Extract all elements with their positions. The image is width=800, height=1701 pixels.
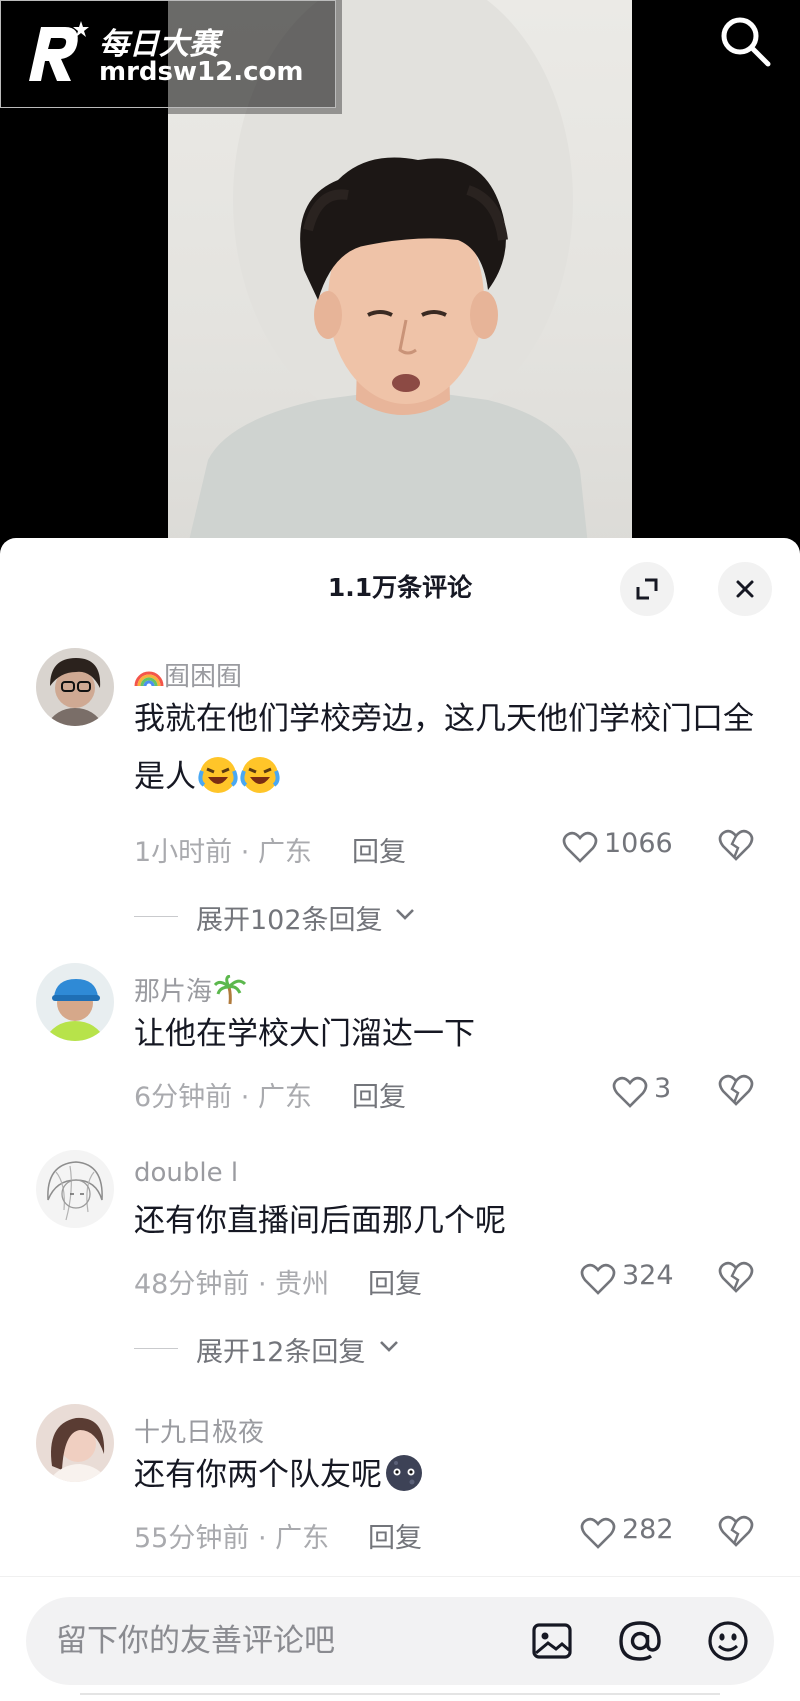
avatar[interactable] — [36, 1150, 114, 1228]
comment-item: 那片海 让他在学校大门溜达一下 6分钟前 · 广东 回复 3 — [0, 963, 800, 1133]
dislike-button[interactable] — [718, 1260, 758, 1300]
emoji-button[interactable] — [704, 1617, 752, 1665]
comment-meta: 6分钟前 · 广东 — [134, 1082, 312, 1113]
avatar[interactable] — [36, 1404, 114, 1482]
reply-button[interactable]: 回复 — [368, 1262, 422, 1301]
rainbow-icon — [134, 671, 164, 687]
image-icon — [532, 1623, 572, 1659]
reply-button[interactable]: 回复 — [352, 1075, 406, 1114]
heart-icon — [580, 1263, 616, 1295]
expand-button[interactable] — [620, 562, 674, 616]
heart-icon — [562, 831, 598, 863]
comment-text: 还有你两个队友呢 — [134, 1446, 754, 1504]
expand-replies-label: 展开102条回复 — [196, 905, 383, 936]
divider-line — [134, 1348, 178, 1349]
brand-logo-icon — [29, 21, 89, 81]
dislike-button[interactable] — [718, 1073, 758, 1113]
avatar-image — [36, 648, 114, 726]
dark-face-emoji — [386, 1455, 422, 1491]
video-player[interactable]: 每日大赛 mrdsw12.com — [0, 0, 800, 560]
like-button[interactable]: 282 — [580, 1514, 690, 1554]
comment-username-text: 那片海 — [134, 977, 213, 1007]
comments-count-title: 1.1万条评论 — [327, 573, 473, 602]
comment-username[interactable]: double l — [134, 1158, 238, 1188]
at-icon — [619, 1621, 661, 1661]
broken-heart-icon — [718, 1261, 754, 1293]
like-count: 1066 — [604, 828, 673, 859]
avatar-image — [36, 963, 114, 1041]
broken-heart-icon — [718, 1074, 754, 1106]
heart-icon — [580, 1517, 616, 1549]
dislike-button[interactable] — [718, 828, 758, 868]
avatar-image — [36, 1150, 114, 1228]
avatar[interactable] — [36, 963, 114, 1041]
comment-location: 广东 — [275, 1523, 330, 1554]
avatar[interactable] — [36, 648, 114, 726]
expand-icon — [636, 578, 658, 600]
comment-time: 6分钟前 — [134, 1082, 233, 1113]
divider-line — [134, 916, 178, 917]
comment-text: 还有你直播间后面那几个呢 — [134, 1203, 506, 1239]
comments-sheet: 1.1万条评论 囿困囿 我就在他们学校旁边，这几天他们学校门口全是人 1小时前 … — [0, 538, 800, 1701]
image-button[interactable] — [528, 1617, 576, 1665]
search-button[interactable] — [716, 12, 776, 72]
expand-replies-button[interactable]: 展开102条回复 — [134, 896, 434, 936]
broken-heart-icon — [718, 829, 754, 861]
watermark-url: mrdsw12.com — [99, 57, 304, 87]
comment-location: 广东 — [257, 837, 312, 868]
bottom-divider — [80, 1693, 720, 1701]
comment-location: 广东 — [257, 1082, 312, 1113]
dislike-button[interactable] — [718, 1514, 758, 1554]
comment-input-container[interactable] — [26, 1597, 774, 1685]
comment-username[interactable]: 囿困囿 — [134, 656, 242, 693]
reply-button[interactable]: 回复 — [368, 1516, 422, 1555]
comment-meta: 48分钟前 · 贵州 — [134, 1269, 330, 1300]
watermark-banner: 每日大赛 mrdsw12.com — [0, 0, 342, 114]
close-icon — [736, 580, 754, 598]
search-icon — [721, 17, 771, 67]
expand-replies-label: 展开12条回复 — [196, 1337, 366, 1368]
comment-input-bar — [0, 1576, 800, 1701]
like-count: 324 — [622, 1260, 674, 1291]
close-button[interactable] — [718, 562, 772, 616]
comment-time: 55分钟前 — [134, 1523, 250, 1554]
rofl-emoji — [198, 757, 238, 793]
reply-button[interactable]: 回复 — [352, 830, 406, 869]
rofl-emoji — [240, 757, 280, 793]
comment-text-body: 还有你两个队友呢 — [134, 1457, 382, 1493]
comment-item: double l 还有你直播间后面那几个呢 48分钟前 · 贵州 回复 324 … — [0, 1150, 800, 1400]
comment-location: 贵州 — [275, 1269, 330, 1300]
like-button[interactable]: 324 — [580, 1260, 690, 1300]
like-button[interactable]: 1066 — [562, 828, 682, 868]
comment-item: 囿困囿 我就在他们学校旁边，这几天他们学校门口全是人 1小时前 · 广东 回复 … — [0, 648, 800, 978]
comment-time: 48分钟前 — [134, 1269, 250, 1300]
mention-button[interactable] — [616, 1617, 664, 1665]
comment-input[interactable] — [56, 1597, 516, 1685]
comment-username[interactable]: 十九日极夜 — [134, 1412, 264, 1449]
comment-username[interactable]: 那片海 — [134, 971, 247, 1008]
smiley-icon — [708, 1621, 748, 1661]
like-button[interactable]: 3 — [612, 1073, 692, 1113]
comment-text: 让他在学校大门溜达一下 — [134, 1016, 475, 1052]
comment-username-text: 囿困囿 — [164, 662, 243, 692]
comment-meta: 55分钟前 · 广东 — [134, 1523, 330, 1554]
palm-tree-icon — [213, 974, 247, 1005]
avatar-image — [36, 1404, 114, 1482]
like-count: 282 — [622, 1514, 674, 1545]
like-count: 3 — [654, 1073, 672, 1104]
chevron-down-icon — [380, 1341, 398, 1352]
comment-text: 我就在他们学校旁边，这几天他们学校门口全是人 — [134, 690, 754, 806]
comment-item: 十九日极夜 还有你两个队友呢 55分钟前 · 广东 回复 282 — [0, 1404, 800, 1574]
expand-replies-button[interactable]: 展开12条回复 — [134, 1328, 424, 1368]
comment-meta: 1小时前 · 广东 — [134, 837, 312, 868]
heart-icon — [612, 1076, 648, 1108]
chevron-down-icon — [396, 909, 414, 920]
broken-heart-icon — [718, 1515, 754, 1547]
comment-time: 1小时前 — [134, 837, 233, 868]
